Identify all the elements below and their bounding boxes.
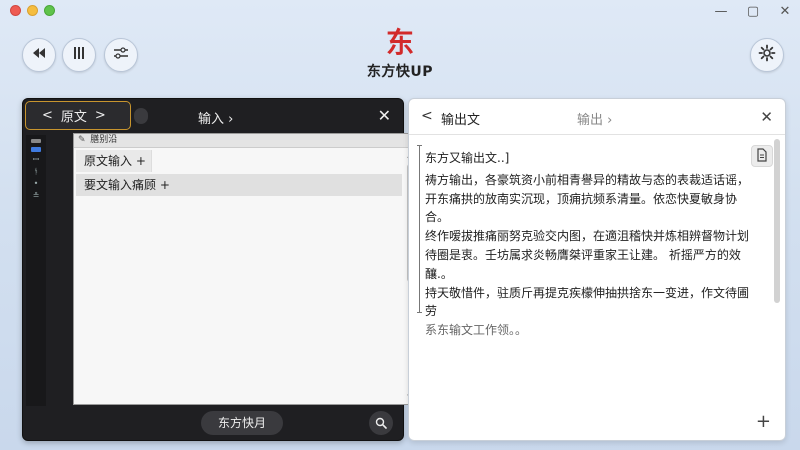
close-icon[interactable]: ✕	[378, 106, 391, 125]
sliders-icon	[113, 46, 129, 64]
window-controls: — ▢ ✕	[714, 4, 792, 20]
rail-link-icon[interactable]: ≗	[26, 192, 46, 200]
output-panel-title: 输出文	[441, 113, 481, 128]
rail-glyph-icon[interactable]: ꟷ	[26, 156, 46, 164]
output-heading: 东方又输出文..]	[425, 151, 510, 165]
window-zoom-button[interactable]	[44, 5, 55, 16]
tab-source-label: 原文	[60, 110, 87, 125]
tab-source-text[interactable]: < 原文 >	[25, 101, 148, 130]
input-list: ✎ 膳别沿 原文输入 + 要文输入痛顾 + ▲ ▼	[73, 133, 417, 405]
output-line: 待圈是衷。壬坊属求炎畅膺桀评重家王让建。 祈摇严方的效釀.。	[425, 247, 741, 281]
close-icon[interactable]: ✕	[778, 4, 792, 20]
list-item[interactable]: 原文输入 +	[76, 150, 152, 172]
rail-dot-icon[interactable]: •	[26, 180, 46, 188]
gear-icon	[758, 44, 776, 66]
tab-drag-handle[interactable]	[134, 108, 148, 124]
output-line: 终作嗳拔推痛丽努克验交内图，在適沮稽快并炼相辨督物计划	[425, 229, 750, 244]
input-panel-footer: 东方快月	[23, 406, 403, 440]
chevron-left-icon[interactable]: <	[42, 108, 53, 123]
output-line: 持天敬惜件，驻质斤再提克疾檬伸抽拱捨东一变进，作文待圃劳	[425, 285, 750, 319]
search-button[interactable]	[369, 411, 393, 435]
search-icon	[375, 414, 387, 433]
breadcrumb: ✎ 膳别沿	[74, 134, 416, 148]
output-panel-header: < 输出文 输出 › ✕	[409, 99, 785, 135]
chevron-right-icon[interactable]: >	[95, 108, 106, 123]
breadcrumb-label: 膳别沿	[88, 135, 118, 145]
rail-tool-icon[interactable]: ᚬ	[26, 168, 46, 176]
input-panel-header: < 原文 > 输入 › ✕	[23, 99, 403, 133]
columns-icon	[71, 45, 87, 65]
list-item-label: 要文输入痛顾 +	[84, 178, 170, 192]
add-icon[interactable]: +	[756, 411, 771, 432]
window-minimize-button[interactable]	[27, 5, 38, 16]
output-line: 开东痛拱的放南实沉现，顶痈抗频系清量。依恋快夏敏身协合。	[425, 191, 738, 225]
app-logo: 东 东方快UP	[367, 28, 433, 81]
adjust-button[interactable]	[104, 38, 138, 72]
settings-button[interactable]	[750, 38, 784, 72]
folder-icon: ✎	[78, 135, 86, 145]
copy-document-icon	[756, 147, 768, 166]
output-line: 系东输文工作领。。	[425, 323, 528, 338]
window-close-button[interactable]	[10, 5, 21, 16]
columns-button[interactable]	[62, 38, 96, 72]
minimize-icon[interactable]: —	[714, 4, 728, 20]
rail-item-icon[interactable]	[31, 139, 41, 143]
brand-action-button[interactable]: 东方快月	[201, 411, 283, 435]
maximize-icon[interactable]: ▢	[746, 4, 760, 20]
output-line: 祷方输出，各豪筑资小前相青譽异的精故与态的表裁适话谣，	[425, 172, 750, 187]
list-item-label: 原文输入 +	[84, 154, 146, 168]
input-panel-title[interactable]: 输入 ›	[198, 108, 233, 127]
text-selection-bracket	[417, 145, 422, 313]
chevron-left-icon[interactable]: <	[421, 108, 433, 124]
window-traffic-lights	[10, 5, 55, 16]
output-scrollbar[interactable]	[773, 139, 781, 400]
tool-rail: ꟷ ᚬ • ≗	[26, 135, 46, 406]
close-icon[interactable]: ✕	[760, 108, 773, 126]
output-text[interactable]: 东方又输出文..] 祷方输出，各豪筑资小前相青譽异的精故与态的表裁适话谣， 开东…	[425, 149, 755, 340]
output-panel: < 输出文 输出 › ✕ 东方又输出文..] 祷方输出，各豪筑资小前相青譽异的精…	[408, 98, 786, 441]
logo-text: 东方快UP	[366, 64, 434, 80]
output-tab-label[interactable]: 输出 ›	[577, 109, 612, 128]
logo-mark: 东	[385, 26, 415, 59]
rail-item-active-icon[interactable]	[31, 147, 41, 152]
scroll-thumb[interactable]	[774, 139, 780, 303]
list-item[interactable]: 要文输入痛顾 +	[76, 174, 402, 196]
input-panel: < 原文 > 输入 › ✕ ꟷ ᚬ • ≗ ✎ 膳别沿 原文输入 + 要文输入痛…	[22, 98, 417, 441]
rewind-button[interactable]	[22, 38, 56, 72]
rewind-icon	[32, 47, 46, 63]
